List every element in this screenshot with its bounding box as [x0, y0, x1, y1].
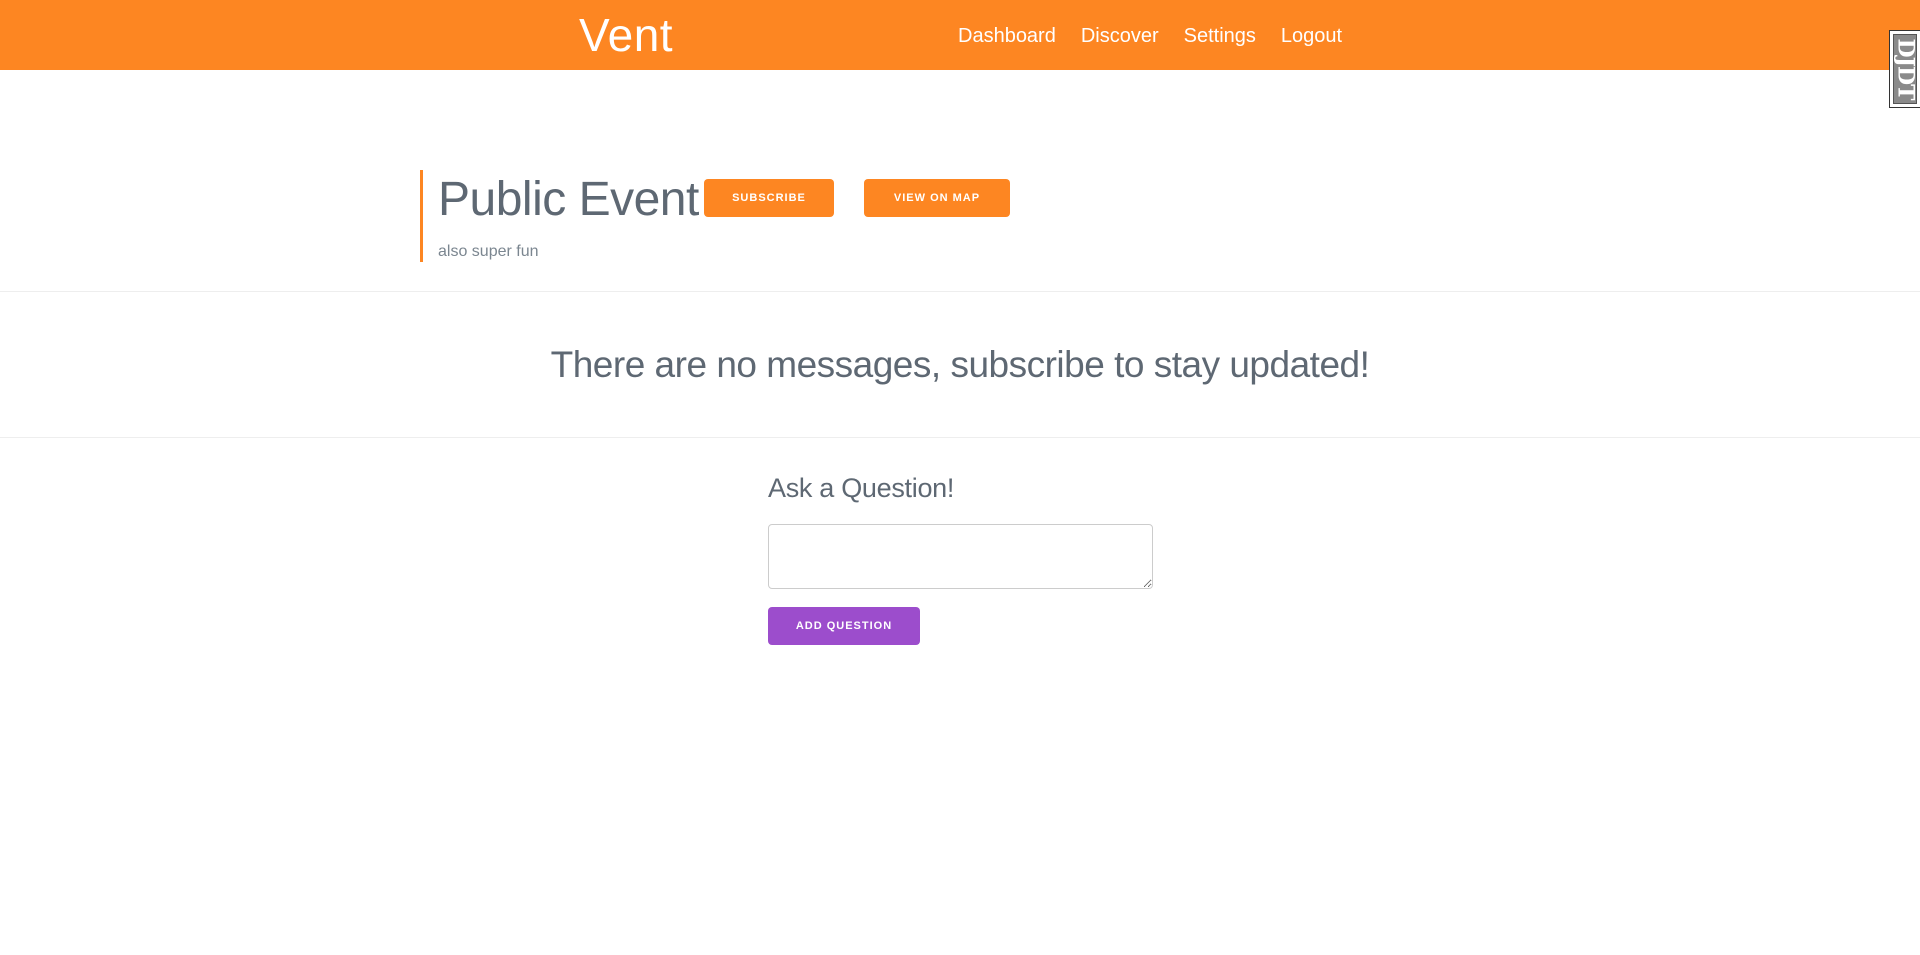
debug-toolbar-handle[interactable]: DJDT: [1889, 30, 1920, 108]
subscribe-button[interactable]: Subscribe: [704, 179, 834, 217]
view-on-map-button[interactable]: View on map: [864, 179, 1010, 217]
section-divider: [0, 437, 1920, 438]
nav-link-discover[interactable]: Discover: [1081, 22, 1159, 50]
top-navbar: Vent Dashboard Discover Settings Logout: [0, 0, 1920, 70]
nav-link-logout[interactable]: Logout: [1281, 22, 1342, 50]
event-subtitle: also super fun: [438, 243, 539, 260]
question-textarea[interactable]: [768, 524, 1153, 589]
main-nav: Dashboard Discover Settings Logout: [958, 22, 1342, 50]
nav-link-dashboard[interactable]: Dashboard: [958, 22, 1056, 50]
brand-logo-link[interactable]: Vent: [579, 10, 673, 60]
debug-toolbar-label: DJDT: [1892, 38, 1918, 100]
add-question-button[interactable]: Add Question: [768, 607, 920, 645]
section-divider: [0, 291, 1920, 292]
event-title-row: Public Event: [438, 170, 699, 230]
empty-messages-notice: There are no messages, subscribe to stay…: [550, 344, 1370, 385]
question-form: Ask a Question! Add Question: [768, 468, 1153, 645]
question-heading: Ask a Question!: [768, 473, 955, 503]
event-header: Public Event also super fun Subscribe Vi…: [420, 170, 1010, 262]
event-title: Public Event: [438, 173, 699, 226]
nav-link-settings[interactable]: Settings: [1184, 22, 1256, 50]
debug-toolbar-logo: DJDT: [1892, 34, 1918, 104]
